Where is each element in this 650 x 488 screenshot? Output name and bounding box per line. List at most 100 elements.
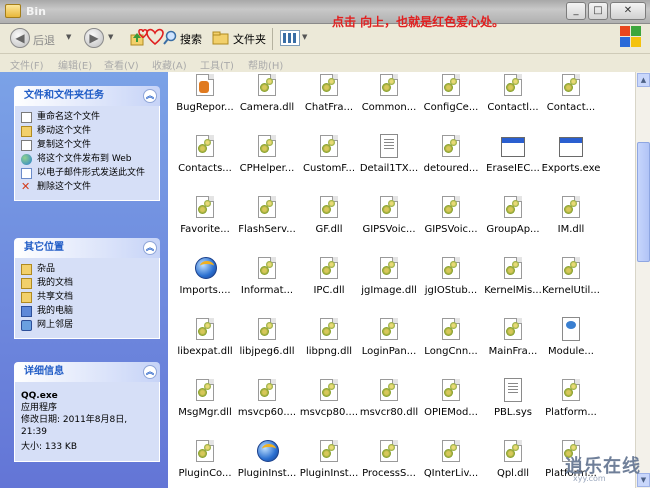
file-item[interactable]: Platform... [540, 375, 602, 435]
file-item[interactable]: msvcr80.dll [358, 375, 420, 435]
file-name: Module... [548, 346, 594, 357]
task-move[interactable]: 移动这个文件 [21, 125, 153, 137]
dll-file-icon [317, 194, 341, 222]
menu-favorites[interactable]: 收藏(A) [152, 57, 187, 72]
file-name: detoured... [423, 163, 479, 174]
file-item[interactable]: libpng.dll [298, 314, 360, 374]
task-copy[interactable]: 复制这个文件 [21, 139, 153, 151]
file-item[interactable]: IM.dll [540, 192, 602, 252]
file-item[interactable]: ConfigCe... [420, 72, 482, 130]
vertical-scrollbar[interactable]: ▲ ▼ [635, 72, 650, 488]
back-button[interactable]: ◀ [10, 28, 30, 48]
folders-label[interactable]: 文件夹 [233, 31, 266, 47]
folders-icon[interactable] [212, 30, 230, 46]
place-my-documents[interactable]: 我的文档 [21, 277, 153, 289]
file-item[interactable]: Qpl.dll [482, 436, 544, 488]
menu-view[interactable]: 查看(V) [104, 57, 139, 72]
file-item[interactable]: ChatFra... [298, 72, 360, 130]
file-item[interactable]: GIPSVoic... [358, 192, 420, 252]
file-item[interactable]: QInterLiv... [420, 436, 482, 488]
file-name: msvcr80.dll [359, 407, 419, 418]
dll-file-icon [501, 194, 525, 222]
window-file-icon [559, 133, 583, 161]
file-item[interactable]: msvcp60.... [236, 375, 298, 435]
file-name: LongCnn... [424, 346, 478, 357]
file-item[interactable]: Imports.... [174, 253, 236, 313]
file-item[interactable]: Contacts... [174, 131, 236, 191]
file-item[interactable]: GF.dll [298, 192, 360, 252]
file-item[interactable]: PluginInst... [236, 436, 298, 488]
forward-button[interactable]: ▶ [84, 28, 104, 48]
task-rename[interactable]: 重命名这个文件 [21, 111, 153, 123]
search-icon[interactable] [162, 30, 178, 46]
other-places-header[interactable]: 其它位置 ︽ [14, 238, 160, 258]
file-item[interactable]: Module... [540, 314, 602, 374]
file-item[interactable]: ProcessS... [358, 436, 420, 488]
file-item[interactable]: GroupAp... [482, 192, 544, 252]
file-item[interactable]: CustomF... [298, 131, 360, 191]
file-item[interactable]: Informat... [236, 253, 298, 313]
forward-dropdown-icon[interactable]: ▼ [108, 33, 113, 41]
scroll-up-icon[interactable]: ▲ [637, 73, 650, 87]
file-item[interactable]: Favorite... [174, 192, 236, 252]
file-item[interactable]: PBL.sys [482, 375, 544, 435]
place-shared-documents[interactable]: 共享文档 [21, 291, 153, 303]
file-item[interactable]: Common... [358, 72, 420, 130]
collapse-icon[interactable]: ︽ [143, 89, 157, 103]
file-item[interactable]: BugRepor... [174, 72, 236, 130]
file-item[interactable]: Camera.dll [236, 72, 298, 130]
views-icon[interactable] [280, 30, 300, 46]
file-item[interactable]: GIPSVoic... [420, 192, 482, 252]
file-item[interactable]: IPC.dll [298, 253, 360, 313]
file-tasks-header[interactable]: 文件和文件夹任务 ︽ [14, 86, 160, 106]
file-name: GroupAp... [486, 224, 540, 235]
file-item[interactable]: MsgMgr.dll [174, 375, 236, 435]
place-network[interactable]: 网上邻居 [21, 319, 153, 331]
menu-file[interactable]: 文件(F) [10, 57, 44, 72]
file-item[interactable]: OPIEMod... [420, 375, 482, 435]
search-label[interactable]: 搜索 [180, 31, 202, 47]
back-dropdown-icon[interactable]: ▼ [66, 33, 71, 41]
collapse-icon[interactable]: ︽ [143, 365, 157, 379]
place-misc[interactable]: 杂品 [21, 263, 153, 275]
dll-file-icon [255, 194, 279, 222]
file-item[interactable]: LongCnn... [420, 314, 482, 374]
minimize-button[interactable]: _ [566, 2, 586, 20]
file-tasks-title: 文件和文件夹任务 [24, 90, 104, 101]
file-item[interactable]: FlashServ... [236, 192, 298, 252]
file-item[interactable]: MainFra... [482, 314, 544, 374]
menu-help[interactable]: 帮助(H) [248, 57, 283, 72]
file-item[interactable]: PluginInst... [298, 436, 360, 488]
file-item[interactable]: libjpeg6.dll [236, 314, 298, 374]
file-item[interactable]: CPHelper... [236, 131, 298, 191]
file-item[interactable]: Exports.exe [540, 131, 602, 191]
file-item[interactable]: libexpat.dll [174, 314, 236, 374]
folder-icon [21, 264, 32, 275]
file-item[interactable]: jgIOStub... [420, 253, 482, 313]
file-item[interactable]: PluginCo... [174, 436, 236, 488]
file-item[interactable]: KernelMis... [482, 253, 544, 313]
task-email[interactable]: 以电子邮件形式发送此文件 [21, 167, 153, 179]
file-name: LoginPan... [361, 346, 417, 357]
file-item[interactable]: Contactl... [482, 72, 544, 130]
file-item[interactable]: EraseIEC... [482, 131, 544, 191]
task-delete[interactable]: ✕ 删除这个文件 [21, 181, 153, 193]
task-publish[interactable]: 将这个文件发布到 Web [21, 153, 153, 165]
up-folder-icon[interactable] [128, 28, 148, 49]
scroll-thumb[interactable] [637, 142, 650, 262]
close-button[interactable]: ✕ [610, 2, 646, 20]
file-item[interactable]: msvcp80.... [298, 375, 360, 435]
details-header[interactable]: 详细信息 ︽ [14, 362, 160, 382]
file-item[interactable]: Contact... [540, 72, 602, 130]
file-item[interactable]: KernelUtil... [540, 253, 602, 313]
file-item[interactable]: jgImage.dll [358, 253, 420, 313]
menu-tools[interactable]: 工具(T) [200, 57, 234, 72]
file-item[interactable]: Detail1TX... [358, 131, 420, 191]
menu-edit[interactable]: 编辑(E) [58, 57, 92, 72]
collapse-icon[interactable]: ︽ [143, 241, 157, 255]
maximize-button[interactable]: □ [588, 2, 608, 20]
place-my-computer[interactable]: 我的电脑 [21, 305, 153, 317]
file-item[interactable]: detoured... [420, 131, 482, 191]
views-dropdown-icon[interactable]: ▼ [302, 33, 307, 41]
file-item[interactable]: LoginPan... [358, 314, 420, 374]
